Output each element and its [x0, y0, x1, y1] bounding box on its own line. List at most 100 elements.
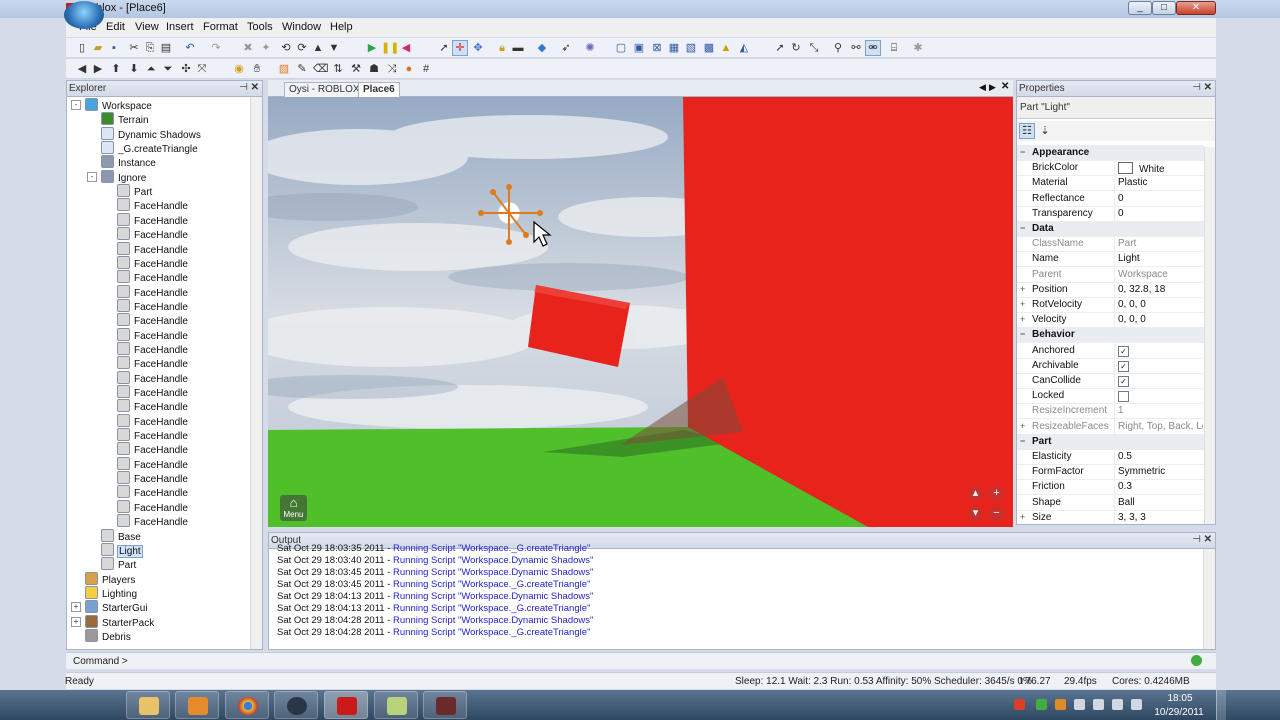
- pin-icon[interactable]: ⊣: [1192, 534, 1201, 545]
- move-down-icon[interactable]: ▼: [327, 41, 341, 55]
- pin-icon[interactable]: ⊣: [1192, 82, 1201, 93]
- property-checkbox[interactable]: ✓: [1118, 345, 1129, 357]
- sort-icon[interactable]: ⇅: [331, 62, 345, 76]
- tree-item[interactable]: - Workspace: [71, 98, 152, 112]
- arrow-right-icon[interactable]: ▶: [91, 62, 105, 76]
- property-value[interactable]: ✓: [1118, 345, 1203, 357]
- property-row[interactable]: Friction 0.3: [1017, 479, 1204, 496]
- axis-move-icon[interactable]: ✥: [471, 41, 485, 55]
- expand-icon[interactable]: +: [1020, 314, 1025, 324]
- open-icon[interactable]: ▰: [91, 41, 105, 55]
- 3d-viewport[interactable]: ⌂ Menu ▴ + ▾ −: [268, 97, 1013, 527]
- tree-item[interactable]: Debris: [85, 628, 131, 643]
- property-row[interactable]: Reflectance 0: [1017, 190, 1204, 207]
- command-run-icon[interactable]: [1191, 655, 1202, 666]
- tree-item[interactable]: FaceHandle: [117, 456, 188, 471]
- edit-icon[interactable]: ✎: [295, 62, 309, 76]
- character-icon[interactable]: ☗: [367, 62, 381, 76]
- tree-item[interactable]: FaceHandle: [117, 241, 188, 256]
- anchor-icon[interactable]: ▬: [511, 41, 525, 55]
- copy-icon[interactable]: ⎘: [143, 41, 157, 55]
- save-icon[interactable]: ▪: [107, 41, 121, 55]
- camera-view-2-icon[interactable]: ▣: [632, 41, 646, 55]
- shuffle-icon[interactable]: ⤨: [385, 62, 399, 76]
- pause-icon[interactable]: ❚❚: [381, 41, 399, 55]
- taskbar-steam[interactable]: [274, 691, 318, 719]
- tree-item[interactable]: FaceHandle: [117, 442, 188, 456]
- tray-flag-icon[interactable]: [1112, 699, 1123, 710]
- grid-icon[interactable]: #: [419, 62, 433, 76]
- property-value[interactable]: White: [1118, 162, 1203, 175]
- sort-alpha-icon[interactable]: ⇣: [1038, 124, 1052, 138]
- tree-item[interactable]: FaceHandle: [117, 298, 188, 313]
- property-value[interactable]: Workspace: [1118, 269, 1203, 280]
- tab-scroll-left-icon[interactable]: ◀: [979, 82, 986, 93]
- arrow-down-icon[interactable]: ⬇: [127, 62, 141, 76]
- tray-orange-icon[interactable]: [1055, 699, 1066, 710]
- tray-usb-icon[interactable]: [1074, 699, 1085, 710]
- joint-icon[interactable]: ⚮: [865, 40, 881, 56]
- property-row[interactable]: + Position 0, 32.8, 18: [1017, 281, 1204, 298]
- drag-move-icon[interactable]: ✛: [452, 40, 468, 56]
- tray-network-icon[interactable]: [1093, 699, 1104, 710]
- tree-item[interactable]: FaceHandle: [117, 514, 188, 528]
- menu-format[interactable]: Format: [203, 21, 238, 33]
- group-icon[interactable]: ✦: [259, 41, 273, 55]
- lock-icon[interactable]: 🔒︎: [495, 41, 509, 55]
- property-row[interactable]: + ResizeableFaces Right, Top, Back, Le: [1017, 418, 1204, 435]
- tree-item[interactable]: FaceHandle: [117, 341, 188, 356]
- output-scrollbar[interactable]: [1203, 549, 1215, 649]
- zoom-out-button[interactable]: −: [989, 506, 1004, 521]
- select-cursor-icon[interactable]: ➚: [437, 41, 451, 55]
- property-checkbox[interactable]: [1118, 391, 1129, 403]
- property-value[interactable]: Part: [1118, 238, 1203, 249]
- tray-green-icon[interactable]: [1036, 699, 1047, 710]
- move-up-icon[interactable]: ▲: [311, 41, 325, 55]
- tab-place6[interactable]: Place6: [358, 82, 400, 97]
- reset-icon[interactable]: ◀: [399, 41, 413, 55]
- tree-item[interactable]: Terrain: [101, 112, 149, 126]
- taskbar-chrome[interactable]: [225, 691, 269, 719]
- expand-icon[interactable]: +: [1020, 284, 1025, 294]
- property-value[interactable]: Right, Top, Back, Le: [1118, 421, 1203, 432]
- paste-icon[interactable]: ▤: [159, 41, 173, 55]
- collapse-icon[interactable]: ⤧: [195, 62, 209, 76]
- tree-item[interactable]: Light: [101, 542, 143, 558]
- property-value[interactable]: 0, 0, 0: [1118, 299, 1203, 310]
- tree-item[interactable]: Players: [85, 571, 135, 586]
- tab-close-icon[interactable]: ✕: [1001, 81, 1009, 92]
- tree-item[interactable]: - Ignore: [87, 169, 146, 184]
- tree-item[interactable]: FaceHandle: [117, 313, 188, 327]
- property-checkbox[interactable]: ✓: [1118, 376, 1129, 387]
- tray-alert-icon[interactable]: [1014, 699, 1025, 710]
- property-value[interactable]: 0: [1118, 208, 1203, 219]
- tab-oysi-roblox[interactable]: Oysi - ROBLOX: [284, 82, 365, 97]
- tree-item[interactable]: FaceHandle: [117, 255, 188, 270]
- image-icon[interactable]: ▨: [277, 62, 291, 76]
- tree-item[interactable]: FaceHandle: [117, 471, 188, 485]
- tree-item[interactable]: FaceHandle: [117, 399, 188, 413]
- tree-item[interactable]: FaceHandle: [117, 370, 188, 385]
- tree-item[interactable]: FaceHandle: [117, 485, 188, 499]
- property-category[interactable]: − Behavior: [1017, 327, 1204, 344]
- tree-item[interactable]: FaceHandle: [117, 385, 188, 399]
- property-checkbox[interactable]: ✓: [1118, 360, 1129, 372]
- collapse-icon[interactable]: −: [1020, 436, 1025, 446]
- camera-view-4-icon[interactable]: ▦: [667, 41, 681, 55]
- tray-volume-icon[interactable]: [1131, 699, 1142, 710]
- tree-item[interactable]: FaceHandle: [117, 227, 188, 241]
- minimize-button[interactable]: _: [1128, 1, 1152, 15]
- hammer-icon[interactable]: ⚒: [349, 62, 363, 76]
- explorer-scrollbar[interactable]: [250, 97, 262, 649]
- menu-view[interactable]: View: [135, 21, 159, 33]
- menu-insert[interactable]: Insert: [166, 21, 194, 33]
- paint-icon[interactable]: ◆: [535, 41, 549, 55]
- camera-pan-icon[interactable]: ◭: [737, 41, 751, 55]
- connect-icon[interactable]: ⚲: [831, 41, 845, 55]
- clock-icon[interactable]: ◉: [232, 62, 246, 76]
- ball-icon[interactable]: ●: [402, 62, 416, 76]
- camera-tilt-down-button[interactable]: ▾: [968, 506, 983, 521]
- expand-icon[interactable]: +: [71, 616, 81, 627]
- property-value[interactable]: 0.3: [1118, 481, 1203, 492]
- taskbar-explorer[interactable]: [126, 691, 170, 719]
